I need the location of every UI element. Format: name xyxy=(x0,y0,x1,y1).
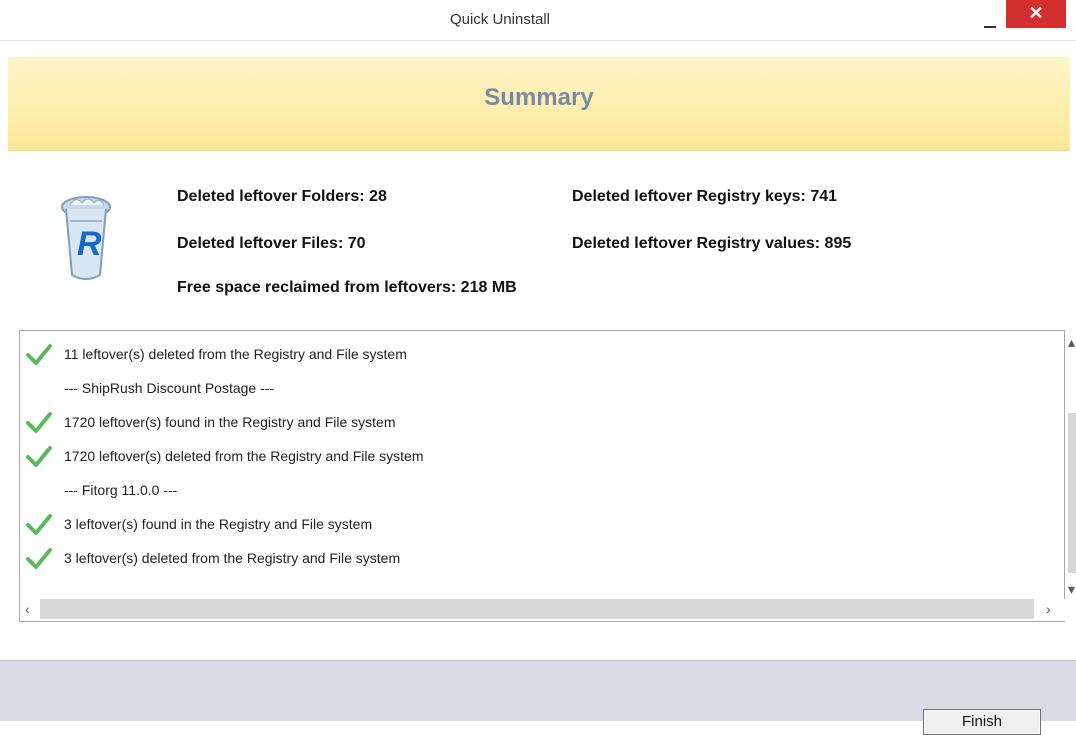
window-title: Quick Uninstall xyxy=(449,11,551,28)
finish-button[interactable]: Finish xyxy=(923,709,1041,735)
deleted-folders-stat: Deleted leftover Folders: 28 xyxy=(177,188,387,205)
log-text: --- ShipRush Discount Postage --- xyxy=(64,380,275,396)
registry-keys-stat: Deleted leftover Registry keys: 741 xyxy=(572,188,838,205)
scroll-right-icon[interactable]: › xyxy=(1046,601,1051,617)
log-row: 1720 leftover(s) found in the Registry a… xyxy=(26,407,396,437)
recycle-bin-icon: R xyxy=(58,193,114,283)
scroll-down-icon[interactable]: ▾ xyxy=(1068,581,1075,598)
log-text: --- Fitorg 11.0.0 --- xyxy=(64,482,178,498)
blank-icon xyxy=(26,475,64,505)
free-space-stat: Free space reclaimed from leftovers: 218… xyxy=(177,279,517,296)
log-text: 1720 leftover(s) deleted from the Regist… xyxy=(64,448,424,464)
check-icon xyxy=(26,441,64,471)
check-icon xyxy=(26,509,64,539)
log-row: 3 leftover(s) found in the Registry and … xyxy=(26,509,372,539)
check-icon xyxy=(26,339,64,369)
log-row: --- ShipRush Discount Postage --- xyxy=(26,373,274,403)
deleted-files-stat: Deleted leftover Files: 70 xyxy=(177,235,366,252)
check-icon xyxy=(26,543,64,573)
minimize-button[interactable] xyxy=(976,8,1006,34)
svg-text:R: R xyxy=(77,225,102,263)
scroll-left-icon[interactable]: ‹ xyxy=(25,601,30,617)
results-log[interactable]: 11 leftover(s) deleted from the Registry… xyxy=(19,330,1076,622)
vertical-scroll-thumb[interactable] xyxy=(1068,413,1076,573)
log-text: 1720 leftover(s) found in the Registry a… xyxy=(64,414,396,430)
log-text: 3 leftover(s) deleted from the Registry … xyxy=(64,550,401,566)
summary-header: Summary xyxy=(8,57,1070,151)
check-icon xyxy=(26,407,64,437)
close-button[interactable]: ✕ xyxy=(1006,0,1066,28)
scroll-up-icon[interactable]: ▴ xyxy=(1068,334,1075,351)
footer xyxy=(0,660,1076,721)
log-row: 1720 leftover(s) deleted from the Regist… xyxy=(26,441,424,471)
registry-values-stat: Deleted leftover Registry values: 895 xyxy=(572,235,852,252)
log-text: 3 leftover(s) found in the Registry and … xyxy=(64,516,373,532)
log-row: 11 leftover(s) deleted from the Registry… xyxy=(26,339,407,369)
summary-title: Summary xyxy=(484,84,594,111)
log-text: 11 leftover(s) deleted from the Registry… xyxy=(64,346,407,362)
horizontal-scroll-thumb[interactable] xyxy=(40,599,1034,619)
log-row: --- Fitorg 11.0.0 --- xyxy=(26,475,177,505)
title-bar: Quick Uninstall ✕ xyxy=(0,0,1076,41)
log-row: 3 leftover(s) deleted from the Registry … xyxy=(26,543,400,573)
blank-icon xyxy=(26,373,64,403)
